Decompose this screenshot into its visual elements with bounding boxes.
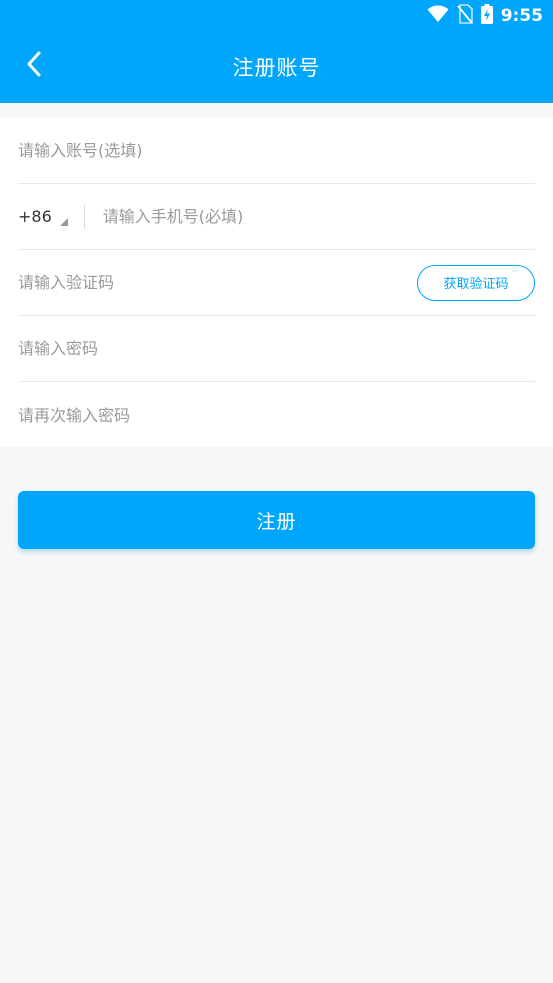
dropdown-triangle-icon [59, 217, 68, 226]
no-sim-icon [457, 4, 473, 28]
status-icons: 9:55 [427, 4, 543, 28]
get-code-button[interactable]: 获取验证码 [417, 264, 535, 301]
register-form: +86 获取验证码 [0, 118, 553, 447]
phone-input[interactable] [102, 196, 535, 237]
verification-row: 获取验证码 [18, 250, 535, 316]
status-time: 9:55 [500, 6, 543, 26]
password-input[interactable] [18, 328, 535, 369]
confirm-password-input[interactable] [18, 395, 535, 435]
nav-bar: 注册账号 [0, 32, 553, 103]
wifi-icon [427, 5, 449, 27]
password-row [18, 316, 535, 382]
register-button[interactable]: 注册 [18, 491, 535, 549]
account-row [18, 118, 535, 184]
confirm-password-row [18, 382, 535, 448]
page-title: 注册账号 [232, 56, 321, 80]
country-code-selector[interactable]: +86 [18, 204, 85, 229]
account-input[interactable] [18, 130, 535, 171]
country-code: +86 [18, 207, 52, 226]
phone-row: +86 [18, 184, 535, 250]
battery-charging-icon [480, 4, 493, 28]
verification-code-input[interactable] [18, 262, 417, 303]
status-bar: 9:55 [0, 0, 553, 32]
app-header: 9:55 注册账号 [0, 0, 553, 103]
